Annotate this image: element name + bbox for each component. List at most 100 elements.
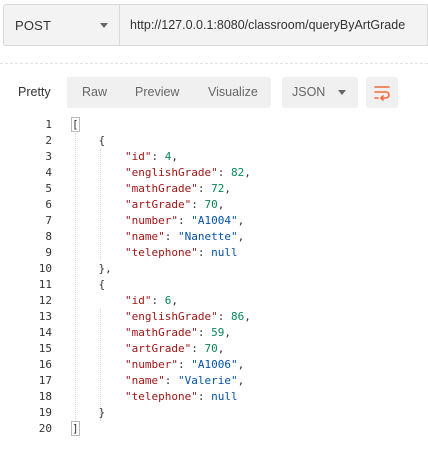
line-number: 6 <box>45 198 52 211</box>
code-token: : <box>197 182 212 195</box>
code-line: 7 "number": "A1004", <box>0 213 428 229</box>
line-number: 3 <box>45 150 52 163</box>
line-code: "name": "Valerie", <box>72 373 244 389</box>
chevron-down-icon <box>338 90 346 95</box>
code-token: 86 <box>230 310 245 323</box>
code-line: 9 "telephone": null <box>0 245 428 261</box>
code-token: , <box>171 150 178 163</box>
line-code: [ <box>71 117 80 133</box>
line-code: "telephone": null <box>72 245 238 261</box>
line-number: 12 <box>38 294 52 307</box>
tab-visualize[interactable]: Visualize <box>208 85 258 99</box>
line-number: 19 <box>38 406 52 419</box>
code-token: 70 <box>204 198 218 211</box>
code-line: 2 { <box>0 133 428 149</box>
code-line: 13 "englishGrade": 86, <box>0 309 428 325</box>
code-token: "number" <box>124 214 178 227</box>
line-number: 14 <box>38 326 52 339</box>
code-token: , <box>244 166 251 179</box>
code-token: , <box>244 310 251 323</box>
line-code: "number": "A1004", <box>72 213 244 229</box>
code-token: , <box>224 182 231 195</box>
tab-preview[interactable]: Preview <box>135 85 179 99</box>
line-code: "mathGrade": 59, <box>72 325 231 341</box>
method-label: POST <box>15 18 52 33</box>
line-number: 15 <box>38 342 52 355</box>
line-code: "artGrade": 70, <box>72 341 224 357</box>
line-number: 16 <box>38 358 52 371</box>
code-token: , <box>237 214 245 227</box>
wrap-lines-button[interactable] <box>366 77 398 108</box>
code-line: 8 "name": "Nanette", <box>0 229 428 245</box>
code-token: "mathGrade" <box>124 326 198 339</box>
code-token: , <box>224 326 231 339</box>
line-number: 9 <box>45 246 52 259</box>
code-token: null <box>211 246 238 259</box>
line-number: 11 <box>38 278 52 291</box>
code-token: : <box>151 294 165 307</box>
code-token: null <box>211 390 238 403</box>
code-token: "artGrade" <box>124 342 192 355</box>
code-token: "A1006" <box>191 358 238 371</box>
code-token: "Valerie" <box>177 374 238 387</box>
code-token: : <box>177 358 192 371</box>
view-tabs: Pretty Raw Preview Visualize <box>3 77 271 108</box>
code-token: "id" <box>124 294 152 307</box>
line-number: 10 <box>38 262 52 275</box>
code-token: : <box>191 342 205 355</box>
line-code: "number": "A1006", <box>72 357 244 373</box>
tab-raw[interactable]: Raw <box>82 85 107 99</box>
url-text: http://127.0.0.1:8080/classroom/queryByA… <box>130 18 406 32</box>
code-token: } <box>72 406 106 419</box>
wrap-lines-icon <box>374 86 390 101</box>
line-code: "englishGrade": 82, <box>72 165 251 181</box>
code-token: : <box>177 214 192 227</box>
tab-pretty[interactable]: Pretty <box>18 85 51 99</box>
code-token: , <box>237 230 245 243</box>
code-token: "englishGrade" <box>124 166 218 179</box>
line-number: 4 <box>45 166 52 179</box>
code-token: [ <box>71 117 80 132</box>
code-line: 19 } <box>0 405 428 421</box>
code-token: }, <box>72 262 112 275</box>
code-token: "telephone" <box>124 246 198 259</box>
code-token: "artGrade" <box>124 198 192 211</box>
line-number: 1 <box>45 118 52 131</box>
line-number: 13 <box>38 310 52 323</box>
line-code: "id": 6, <box>72 293 178 309</box>
line-code: { <box>72 133 105 149</box>
code-token: : <box>191 198 205 211</box>
line-code: "id": 4, <box>72 149 178 165</box>
line-number: 2 <box>45 134 52 147</box>
divider <box>0 63 428 64</box>
code-token: { <box>72 278 106 291</box>
code-token: "englishGrade" <box>124 310 218 323</box>
code-token: : <box>151 150 165 163</box>
method-select[interactable]: POST <box>3 4 119 46</box>
code-token: "id" <box>124 150 152 163</box>
code-token: , <box>217 342 225 355</box>
response-body[interactable]: 1[2 {3 "id": 4, 4 "englishGrade": 82, 5 "m… <box>0 117 428 447</box>
code-token: "mathGrade" <box>124 182 198 195</box>
code-token: "telephone" <box>124 390 198 403</box>
code-token: , <box>237 358 245 371</box>
line-number: 18 <box>38 390 52 403</box>
line-number: 7 <box>45 214 52 227</box>
line-number: 5 <box>45 182 52 195</box>
code-token: "Nanette" <box>177 230 238 243</box>
code-line: 17 "name": "Valerie", <box>0 373 428 389</box>
line-code: } <box>72 405 105 421</box>
code-token: 82 <box>230 166 245 179</box>
code-line: 1[ <box>0 117 428 133</box>
url-input[interactable]: http://127.0.0.1:8080/classroom/queryByA… <box>119 4 428 46</box>
format-select[interactable]: JSON <box>282 77 358 108</box>
line-number: 8 <box>45 230 52 243</box>
